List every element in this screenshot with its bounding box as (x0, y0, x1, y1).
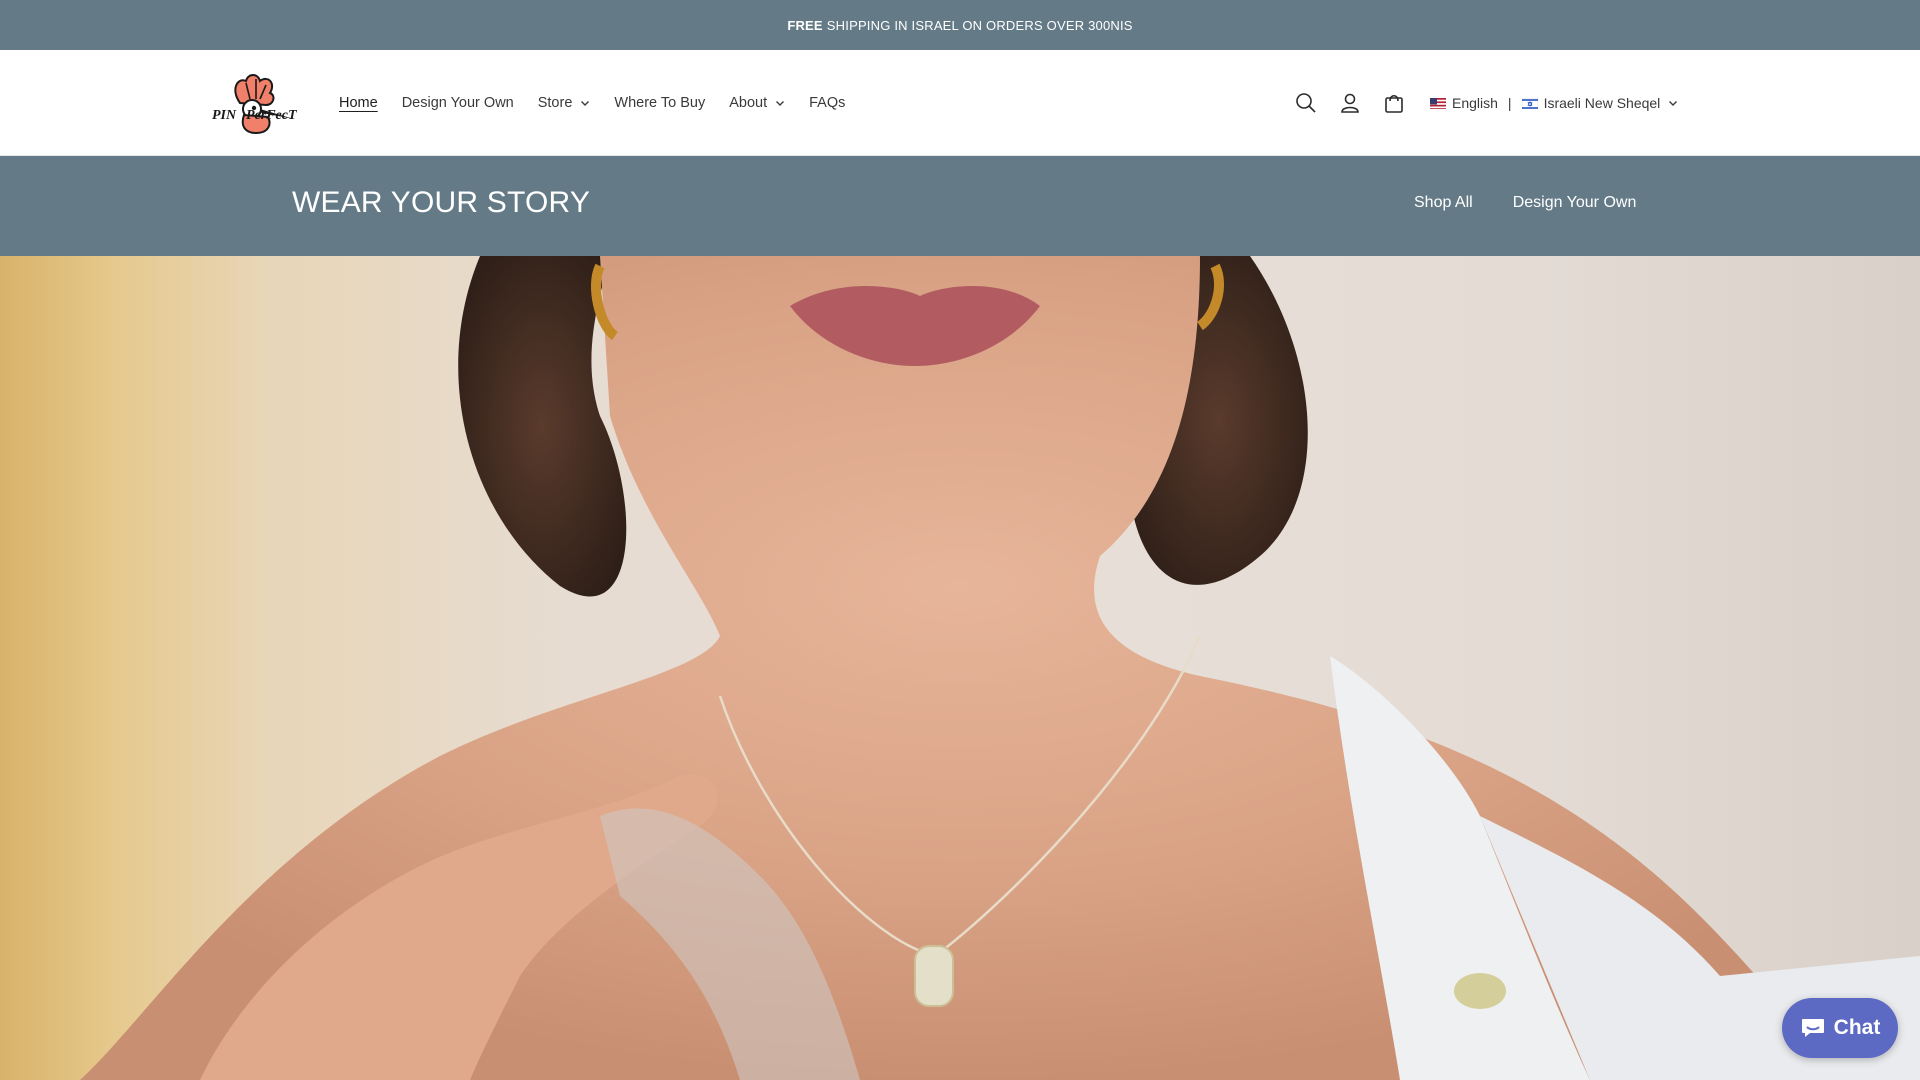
logo[interactable]: PIN PerFecT (210, 71, 300, 135)
banner-links: Shop All Design Your Own (1414, 194, 1636, 212)
separator: | (1507, 95, 1512, 111)
svg-text:PIN: PIN (212, 108, 237, 123)
announcement-text: SHIPPING IN ISRAEL ON ORDERS OVER 300NIS (826, 17, 1133, 33)
nav-where-to-buy-label: Where To Buy (614, 95, 706, 111)
nav-home[interactable]: Home (339, 95, 378, 111)
nav-where-to-buy[interactable]: Where To Buy (614, 95, 705, 111)
design-your-own-link[interactable]: Design Your Own (1513, 194, 1637, 212)
site-header: PIN PerFecT Home Design Your Own Store W… (0, 50, 1920, 156)
main-nav: Home Design Your Own Store Where To Buy … (339, 50, 869, 156)
nav-design-your-own[interactable]: Design Your Own (402, 95, 514, 111)
chevron-down-icon (581, 101, 590, 106)
announcement-bar: FREE SHIPPING IN ISRAEL ON ORDERS OVER 3… (0, 0, 1920, 50)
hero-photo (80, 256, 1920, 1080)
nav-store[interactable]: Store (538, 95, 591, 111)
logo-bird-icon: PIN PerFecT (212, 74, 298, 135)
currency-label: Israeli New Sheqel (1543, 95, 1661, 111)
us-flag-icon (1430, 97, 1446, 109)
nav-about-label: About (729, 95, 768, 111)
collection-banner: WEAR YOUR STORY Shop All Design Your Own (0, 156, 1920, 256)
chevron-down-icon (1669, 101, 1678, 106)
cart-icon[interactable] (1382, 91, 1406, 115)
nav-faqs-label: FAQs (809, 95, 846, 111)
banner-title: WEAR YOUR STORY (292, 186, 591, 219)
nav-faqs[interactable]: FAQs (809, 95, 845, 111)
chat-bubble-icon (1801, 1019, 1824, 1037)
localization-selector[interactable]: English | Israeli New Sheqel (1430, 50, 1678, 156)
search-icon[interactable] (1294, 91, 1318, 115)
svg-text:PerFecT: PerFecT (246, 108, 298, 123)
chevron-down-icon (776, 101, 785, 106)
israel-flag-icon (1521, 97, 1538, 109)
nav-store-label: Store (537, 95, 573, 111)
nav-about[interactable]: About (729, 95, 785, 111)
language-label: English (1452, 95, 1498, 111)
nav-home-label: Home (339, 95, 378, 111)
nav-design-your-own-label: Design Your Own (401, 95, 514, 111)
chat-label: Chat (1833, 1016, 1881, 1039)
announcement-bold: FREE (787, 17, 823, 33)
hero-image (0, 256, 1920, 1080)
shop-all-link[interactable]: Shop All (1414, 194, 1473, 212)
account-icon[interactable] (1338, 91, 1362, 115)
header-icons (1294, 50, 1406, 156)
chat-button[interactable]: Chat (1782, 998, 1898, 1058)
